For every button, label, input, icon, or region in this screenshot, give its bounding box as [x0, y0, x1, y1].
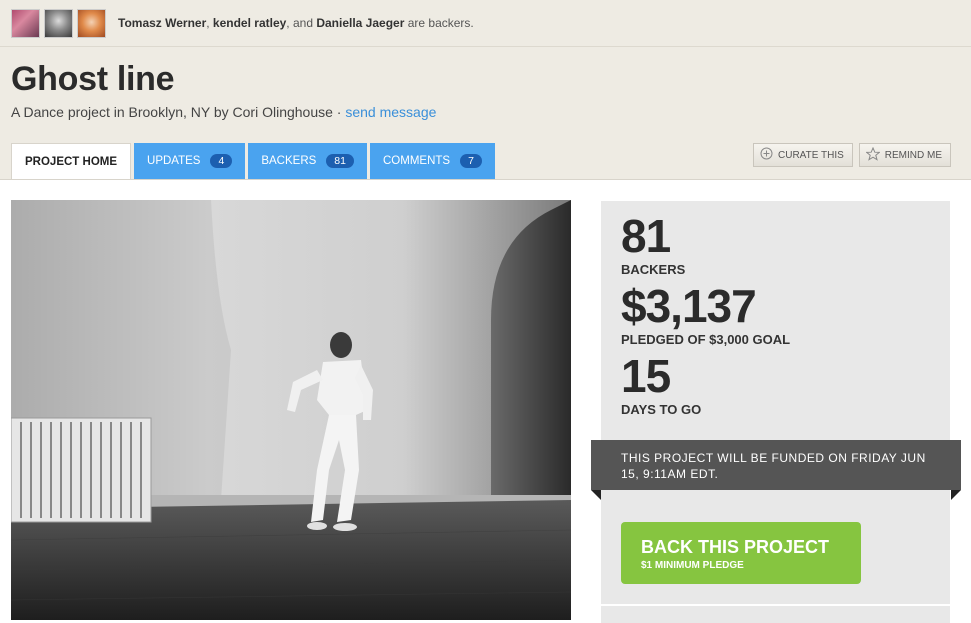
page-title: Ghost line — [11, 60, 175, 98]
backers-separator: , — [206, 16, 213, 30]
banner-fold-left — [591, 490, 601, 500]
backer-name-1[interactable]: Tomasz Werner — [118, 16, 206, 30]
backer-avatar-3[interactable] — [77, 8, 106, 38]
minimum-pledge-label: $1 minimum pledge — [641, 560, 744, 571]
curate-button[interactable]: Curate this — [753, 143, 853, 167]
funded-banner: This project will be funded on Friday Ju… — [591, 440, 961, 490]
tab-label: Project Home — [25, 156, 118, 168]
backers-count: 81 — [621, 210, 671, 262]
count-badge: 7 — [460, 154, 482, 168]
tab-updates[interactable]: Updates 4 — [134, 143, 246, 179]
back-button-label: Back This Project — [641, 537, 830, 557]
send-message-link[interactable]: send message — [345, 104, 436, 120]
backer-name-2[interactable]: kendel ratley — [213, 16, 286, 30]
subtitle-text: A Dance project in Brooklyn, NY by Cori … — [11, 104, 346, 120]
curate-label: Curate this — [778, 149, 844, 161]
project-tabs: Project Home Updates 4 Backers 81 Comments… — [11, 143, 498, 180]
stats-divider — [601, 604, 950, 606]
backer-avatar-1[interactable] — [11, 8, 40, 38]
days-left-count: 15 — [621, 350, 671, 402]
days-left-label: Days to go — [621, 402, 702, 417]
plus-circle-icon — [760, 147, 778, 163]
back-this-project-button[interactable]: Back This Project $1 minimum pledge — [621, 522, 861, 584]
tab-project-home[interactable]: Project Home — [11, 143, 132, 180]
count-badge: 4 — [210, 154, 233, 168]
project-subtitle: A Dance project in Brooklyn, NY by Cori … — [11, 104, 436, 120]
tab-comments[interactable]: Comments 7 — [369, 143, 495, 179]
project-actions: Curate this Remind me — [747, 143, 951, 167]
pledged-amount: $3,137 — [621, 280, 757, 332]
count-badge: 81 — [326, 154, 354, 168]
banner-fold-right — [951, 490, 961, 500]
backer-name-3[interactable]: Daniella Jaeger — [316, 16, 404, 30]
tab-label: Backers — [261, 155, 317, 167]
remind-me-button[interactable]: Remind me — [858, 143, 951, 167]
backers-text: Tomasz Werner, kendel ratley, and Daniel… — [118, 16, 474, 30]
star-icon — [865, 146, 885, 164]
backers-bar: Tomasz Werner, kendel ratley, and Daniel… — [0, 0, 971, 47]
pledged-label: Pledged of $3,000 goal — [621, 332, 791, 347]
remind-label: Remind me — [884, 149, 942, 161]
backer-avatar-2[interactable] — [44, 8, 73, 38]
main-content: 81 Backers $3,137 Pledged of $3,000 goal… — [0, 179, 971, 623]
backers-separator: , and — [286, 16, 317, 30]
tab-label: Updates — [147, 155, 201, 167]
project-video[interactable] — [11, 200, 571, 620]
tab-backers[interactable]: Backers 81 — [248, 143, 367, 179]
backers-label: Backers — [621, 262, 686, 277]
backers-suffix: are backers. — [404, 16, 474, 30]
video-frame-image — [11, 200, 571, 620]
tab-label: Comments — [382, 155, 451, 167]
